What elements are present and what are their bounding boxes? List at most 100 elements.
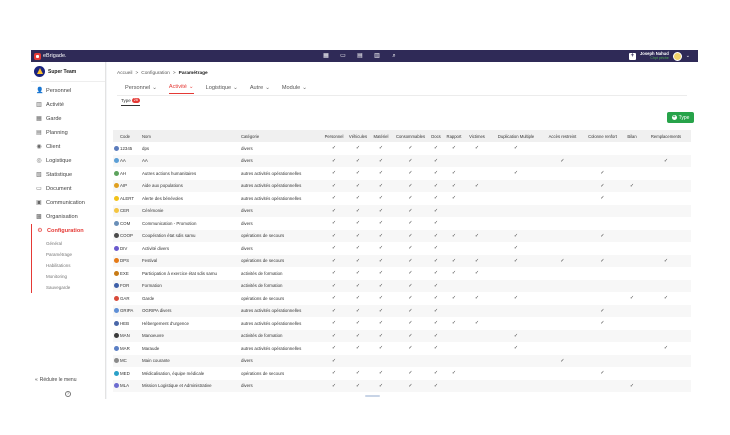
table-row[interactable]: DIV Activité divers divers ✓ ✓ ✓ ✓ ✓ ✓: [113, 242, 691, 255]
breadcrumb-item[interactable]: Accueil: [117, 71, 132, 76]
table-row[interactable]: MAR Maraude autres activités opérationnell…: [113, 342, 691, 355]
tab-module[interactable]: Module ⌄: [282, 84, 307, 94]
sidebar-item-configuration[interactable]: ⚙ Configuration: [31, 224, 105, 238]
name-cell[interactable]: Mission Logistique et Administrative: [142, 379, 241, 392]
sidebar-item-planning[interactable]: ▤ Planning: [31, 126, 105, 140]
category-cell: opérations de secours: [241, 229, 322, 242]
sidebar-subitem-parametrage[interactable]: Paramétrage: [32, 249, 105, 260]
sidebar-item-personnel[interactable]: 👤 Personnel: [31, 84, 105, 98]
column-header[interactable]: Colonne renfort: [582, 130, 623, 142]
column-header[interactable]: Nom: [142, 130, 241, 142]
sidebar-item-logistique[interactable]: ◎ Logistique: [31, 154, 105, 168]
name-cell[interactable]: Main courante: [142, 354, 241, 367]
check-icon: ✓: [465, 254, 489, 267]
sidebar-item-activite[interactable]: ▥ Activité: [31, 98, 105, 112]
table-row[interactable]: FOR Formation activités de formation ✓ ✓ ✓ ✓ ✓: [113, 279, 691, 292]
column-header[interactable]: Véhicules: [346, 130, 370, 142]
name-cell[interactable]: Garde: [142, 292, 241, 305]
table-row[interactable]: MAN Manoeuvre activités de formation ✓ ✓ ✓ ✓ ✓ ✓: [113, 329, 691, 342]
table-row[interactable]: COOP Coopération état sdis samu opérations…: [113, 229, 691, 242]
table-row[interactable]: DPS Festival opérations de secours ✓ ✓ ✓ ✓ ✓ ✓ ✓ ✓…: [113, 254, 691, 267]
tab-personnel[interactable]: Personnel ⌄: [125, 84, 157, 94]
table-row[interactable]: AA AA divers ✓ ✓ ✓ ✓ ✓ ✓ ✓: [113, 154, 691, 167]
name-cell[interactable]: Communication - Promotion: [142, 217, 241, 230]
sidebar-item-communication[interactable]: ▣ Communication: [31, 196, 105, 210]
table-row[interactable]: EXE Participation à exercice état sdis sa…: [113, 267, 691, 280]
table-row[interactable]: AH Autres actions humanitaires autres acti…: [113, 167, 691, 180]
name-cell[interactable]: Autres actions humanitaires: [142, 167, 241, 180]
avatar[interactable]: [672, 51, 682, 61]
column-header[interactable]: Rapport: [443, 130, 465, 142]
name-cell[interactable]: Hébergement d'urgence: [142, 317, 241, 330]
name-cell[interactable]: AA: [142, 154, 241, 167]
add-type-button[interactable]: + Type: [667, 112, 694, 123]
name-cell[interactable]: Activité divers: [142, 242, 241, 255]
column-header[interactable]: Personnel: [322, 130, 346, 142]
name-cell[interactable]: Formation: [142, 279, 241, 292]
table-row[interactable]: MED Médicalisation, équipe médicale opérat…: [113, 367, 691, 380]
table-row[interactable]: GAR Garde opérations de secours ✓ ✓ ✓ ✓ ✓ ✓ ✓ ✓ ✓ ✓: [113, 292, 691, 305]
chevron-down-icon[interactable]: ⌄: [686, 53, 690, 59]
add-menu-icon[interactable]: +: [628, 52, 636, 60]
tab-autre[interactable]: Autre ⌄: [250, 84, 270, 94]
name-cell[interactable]: Alerte des bénévoles: [142, 192, 241, 205]
app-logo[interactable]: eBrigade.: [31, 52, 67, 60]
sidebar-subitem-sauvegarde[interactable]: Sauvegarde: [32, 282, 105, 293]
column-header[interactable]: Remplacements: [641, 130, 691, 142]
table-row[interactable]: COM Communication - Promotion divers ✓ ✓ ✓ ✓ ✓: [113, 217, 691, 230]
reduce-menu-button[interactable]: « Réduire le menu: [35, 377, 76, 383]
user-info[interactable]: Joseph Nahud Chpt pêche: [640, 51, 669, 61]
help-icon[interactable]: ?: [65, 391, 71, 397]
table-row[interactable]: HEB Hébergement d'urgence autres activités…: [113, 317, 691, 330]
calendar-check-icon[interactable]: ▤: [357, 53, 363, 59]
team-selector[interactable]: Super Team: [31, 62, 105, 82]
subtab-type[interactable]: Type 26: [121, 98, 140, 106]
column-header[interactable]: Code: [120, 130, 142, 142]
table-row[interactable]: MC Main courante divers ✓ ✓: [113, 354, 691, 367]
sidebar-item-document[interactable]: ▭ Document: [31, 182, 105, 196]
table-row[interactable]: AIP Aide aux populations autres activités …: [113, 179, 691, 192]
name-cell[interactable]: Manoeuvre: [142, 329, 241, 342]
column-header[interactable]: Consommables: [392, 130, 429, 142]
name-cell[interactable]: Médicalisation, équipe médicale: [142, 367, 241, 380]
search-icon[interactable]: ⌕: [391, 53, 397, 59]
sidebar-item-statistique[interactable]: ▧ Statistique: [31, 168, 105, 182]
column-header[interactable]: Docs: [429, 130, 443, 142]
table-row[interactable]: ALERT Alerte des bénévoles autres activité…: [113, 192, 691, 205]
column-header[interactable]: Victimes: [465, 130, 489, 142]
name-cell[interactable]: OGRIPA divers: [142, 304, 241, 317]
name-cell[interactable]: Maraude: [142, 342, 241, 355]
column-header[interactable]: Accès restreint: [543, 130, 582, 142]
breadcrumb-item[interactable]: Configuration: [141, 71, 170, 76]
column-header[interactable]: Bilan: [623, 130, 641, 142]
check-icon: ✓: [346, 154, 370, 167]
sidebar-item-label: Communication: [46, 200, 85, 206]
column-header[interactable]: Catégorie: [241, 130, 322, 142]
tab-logistique[interactable]: Logistique ⌄: [206, 84, 238, 94]
tab-activite[interactable]: Activité ⌄: [168, 84, 194, 94]
check-icon: ✓: [355, 270, 361, 277]
table-row[interactable]: CER Cérémonie divers ✓ ✓ ✓ ✓ ✓: [113, 204, 691, 217]
sidebar-item-garde[interactable]: ▦ Garde: [31, 112, 105, 126]
document-icon[interactable]: ▭: [340, 53, 346, 59]
table-row[interactable]: GRIPA OGRIPA divers autres activités opéra…: [113, 304, 691, 317]
name-cell[interactable]: Coopération état sdis samu: [142, 229, 241, 242]
table-row[interactable]: 12345 dps divers ✓ ✓ ✓ ✓ ✓ ✓ ✓ ✓: [113, 142, 691, 155]
table-row[interactable]: MLA Mission Logistique et Administrative d…: [113, 379, 691, 392]
check-icon: ✓: [346, 304, 370, 317]
name-cell[interactable]: Cérémonie: [142, 204, 241, 217]
sidebar-subitem-habilitations[interactable]: Habilitations: [32, 260, 105, 271]
name-cell[interactable]: Festival: [142, 254, 241, 267]
column-header[interactable]: Duplication Multiple: [489, 130, 543, 142]
sidebar-subitem-general[interactable]: Général: [32, 238, 105, 249]
sidebar-item-organisation[interactable]: ▩ Organisation: [31, 210, 105, 224]
horizontal-scrollbar[interactable]: [365, 395, 380, 397]
clipboard-icon[interactable]: ▥: [374, 53, 380, 59]
name-cell[interactable]: dps: [142, 142, 241, 155]
name-cell[interactable]: Aide aux populations: [142, 179, 241, 192]
name-cell[interactable]: Participation à exercice état sdis samu: [142, 267, 241, 280]
calendar-icon[interactable]: ▦: [323, 53, 329, 59]
sidebar-subitem-monitoring[interactable]: Monitoring: [32, 271, 105, 282]
sidebar-item-client[interactable]: ◉ Client: [31, 140, 105, 154]
column-header[interactable]: Matériel: [370, 130, 392, 142]
